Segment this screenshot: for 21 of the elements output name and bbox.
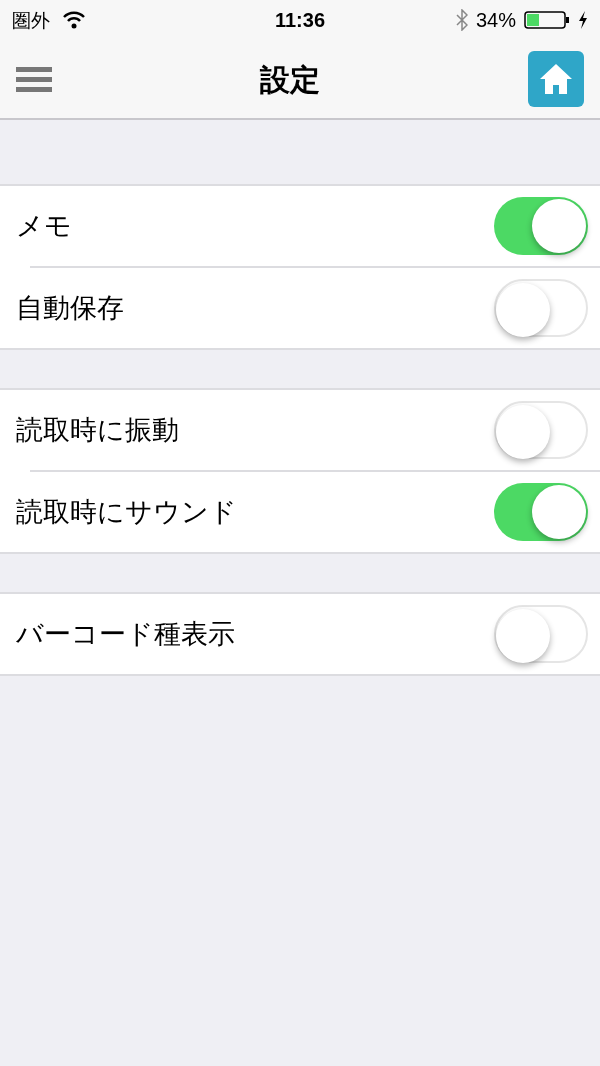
home-button[interactable] xyxy=(528,51,584,107)
clock-time: 11:36 xyxy=(274,8,326,33)
setting-label: 自動保存 xyxy=(16,290,124,325)
toggle-switch[interactable] xyxy=(494,483,588,541)
bluetooth-icon xyxy=(455,9,468,31)
toggle-switch[interactable] xyxy=(494,197,588,255)
home-icon xyxy=(538,62,574,96)
charging-bolt-icon xyxy=(578,11,588,29)
setting-label: バーコード種表示 xyxy=(16,616,235,651)
setting-label: 読取時にサウンド xyxy=(16,494,237,529)
wifi-icon xyxy=(62,11,86,29)
toggle-switch[interactable] xyxy=(494,401,588,459)
toggle-switch[interactable] xyxy=(494,605,588,663)
carrier-label: 圏外 xyxy=(12,7,50,33)
battery-percent: 34% xyxy=(475,8,516,33)
nav-title: 設定 xyxy=(260,61,320,98)
setting-label: 読取時に振動 xyxy=(16,412,179,447)
battery-icon xyxy=(524,10,570,30)
setting-label: メモ xyxy=(16,208,72,243)
menu-icon[interactable] xyxy=(16,65,52,93)
toggle-switch[interactable] xyxy=(494,279,588,337)
